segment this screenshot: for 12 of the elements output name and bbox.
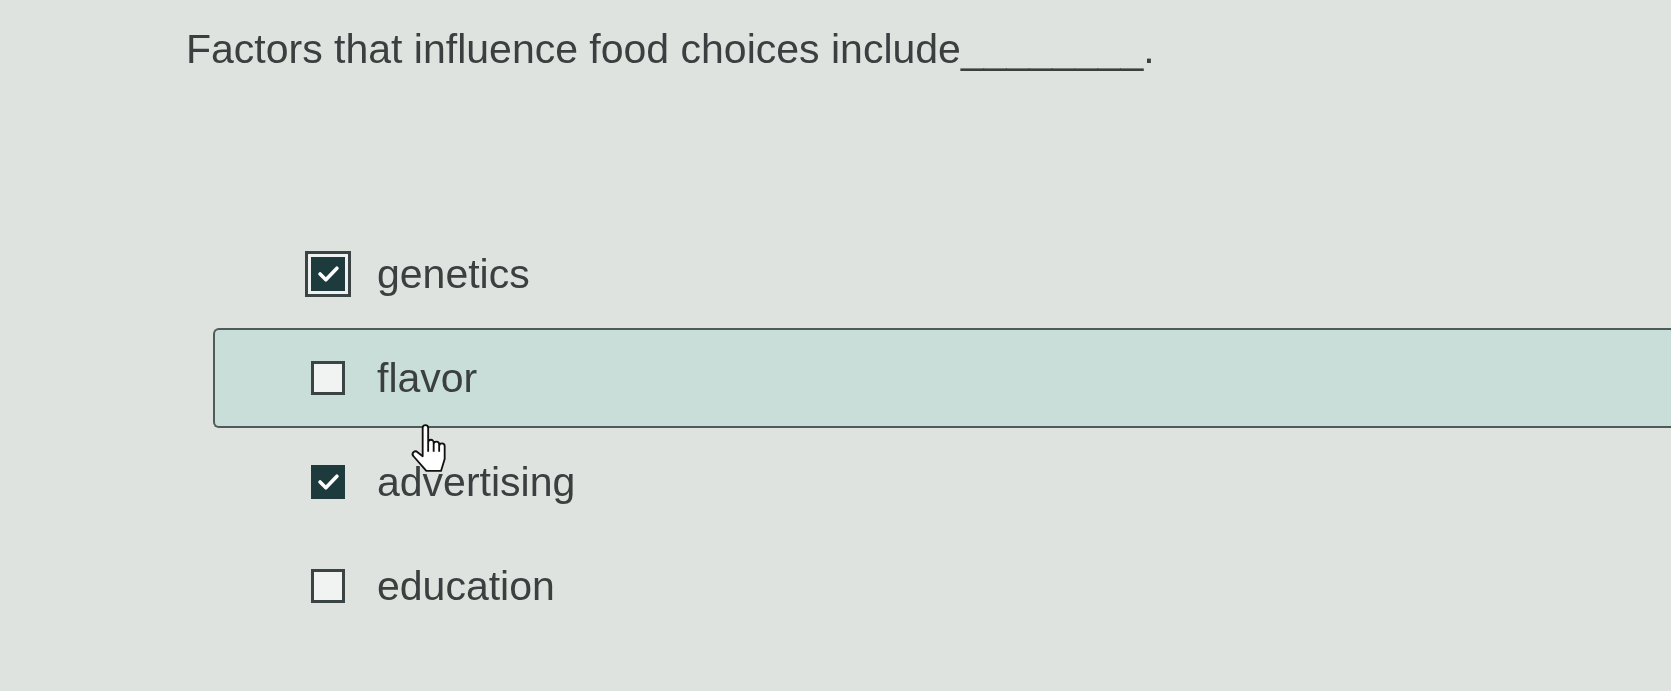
option-label[interactable]: flavor — [377, 353, 478, 403]
highlighted-option-row[interactable]: flavor — [213, 328, 1671, 428]
question-text: Factors that influence food choices include________. — [186, 25, 1155, 74]
checkbox[interactable] — [311, 569, 345, 603]
checkbox[interactable] — [305, 251, 351, 297]
option-label[interactable]: genetics — [377, 249, 530, 299]
checkbox[interactable] — [311, 361, 345, 395]
checkmark-icon — [317, 474, 339, 490]
checkmark-icon — [317, 266, 339, 282]
option-label[interactable]: education — [377, 561, 555, 611]
checkbox[interactable] — [311, 465, 345, 499]
option-label[interactable]: advertising — [377, 457, 576, 507]
